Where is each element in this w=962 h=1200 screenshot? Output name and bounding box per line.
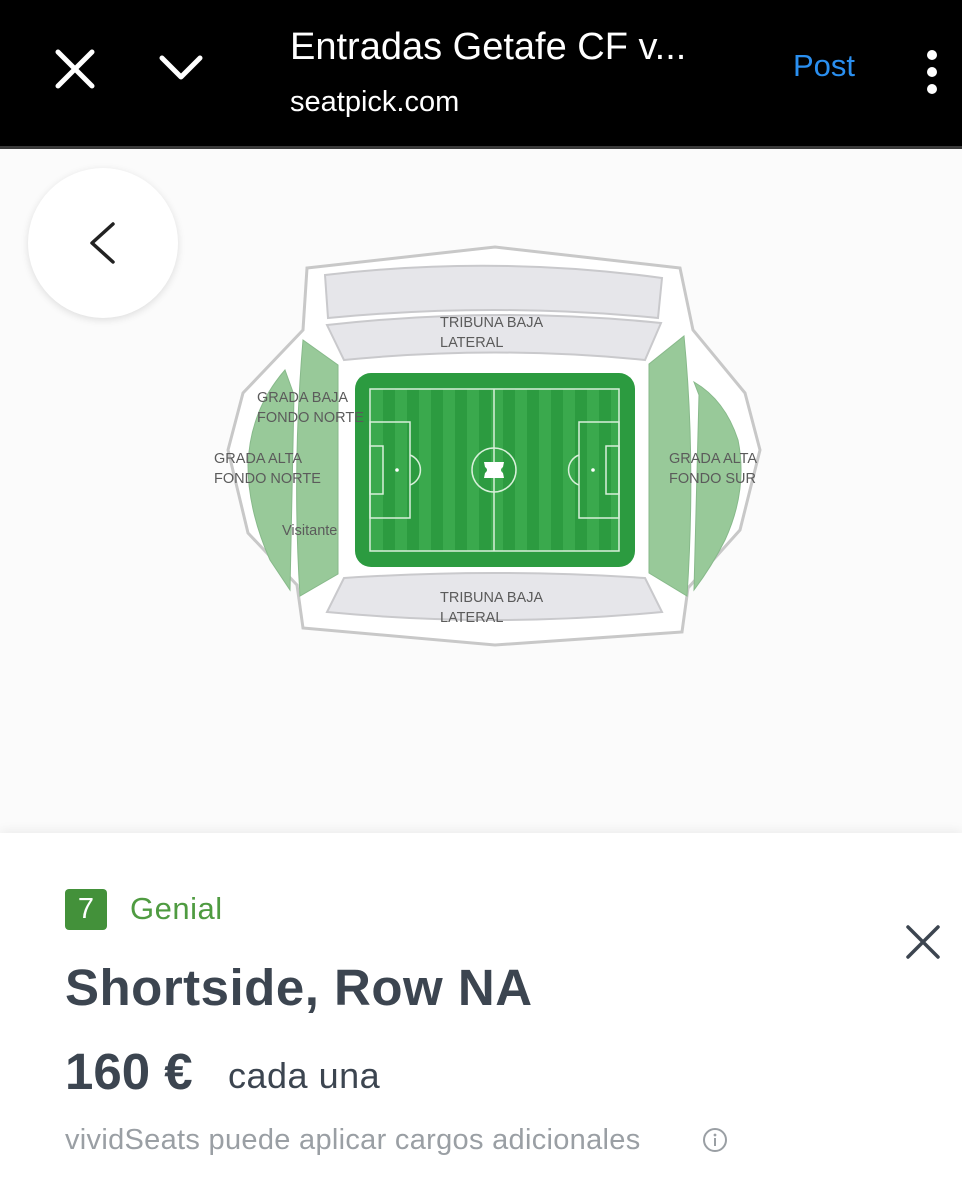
more-vertical-icon[interactable] [922,48,942,98]
label-grada-baja-norte-line1: GRADA BAJA [257,390,348,406]
label-tribuna-top-line2: LATERAL [440,335,503,351]
page-domain: seatpick.com [290,86,460,118]
label-visitante: Visitante [282,523,337,539]
label-tribuna-bottom-line1: TRIBUNA BAJA [440,590,543,606]
info-icon[interactable] [702,1127,728,1153]
ticket-icon [484,462,504,478]
score-badge: 7 [65,889,107,930]
label-grada-alta-sur-line1: GRADA ALTA [669,451,757,467]
penalty-spot-left [395,468,399,472]
label-grada-alta-norte-line2: FONDO NORTE [214,471,321,487]
rating-label: Genial [130,891,223,926]
label-grada-baja-norte-line2: FONDO NORTE [257,410,364,426]
penalty-spot-right [591,468,595,472]
chevron-down-icon[interactable] [156,44,206,94]
post-button[interactable]: Post [793,48,855,84]
close-icon[interactable] [50,44,100,94]
page-title: Entradas Getafe CF v... [290,26,687,68]
section-tribuna-alta-top[interactable] [323,264,664,320]
back-button[interactable] [28,168,178,318]
browser-top-bar: Entradas Getafe CF v... seatpick.com Pos… [0,0,962,149]
price-unit: cada una [228,1055,381,1096]
fees-note: vividSeats puede aplicar cargos adiciona… [65,1124,641,1156]
chevron-left-icon [90,222,115,264]
label-tribuna-top-line1: TRIBUNA BAJA [440,315,543,331]
seat-title: Shortside, Row NA [65,959,533,1016]
price-value: 160 € [65,1043,193,1100]
close-listing-icon[interactable] [903,922,943,962]
section-grada-baja-fondo-norte[interactable] [296,339,339,597]
label-grada-alta-norte-line1: GRADA ALTA [214,451,302,467]
label-grada-alta-sur-line2: FONDO SUR [669,471,756,487]
label-tribuna-bottom-line2: LATERAL [440,610,503,626]
